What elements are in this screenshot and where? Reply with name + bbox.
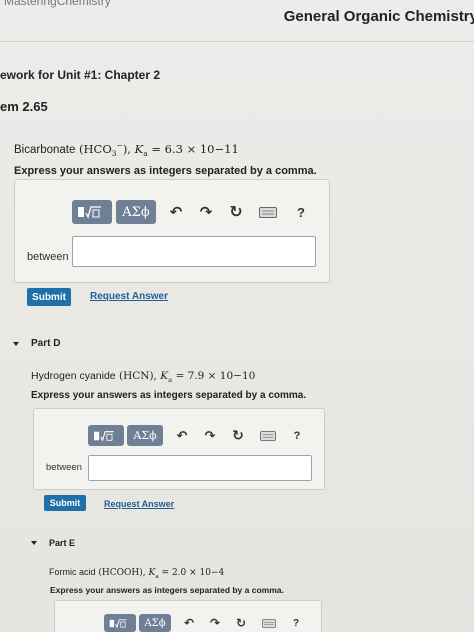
header-divider [0, 41, 474, 42]
greek-symbols-button[interactable]: ΑΣϕ [127, 425, 163, 446]
undo-icon[interactable]: ↶ [183, 615, 195, 631]
part-d-header[interactable]: Part D [13, 338, 60, 349]
ka-value: 6.3 × 10−11 [164, 141, 239, 156]
part-e-header[interactable]: Part E [31, 538, 75, 548]
undo-icon[interactable]: ↶ [175, 427, 189, 445]
keyboard-icon[interactable] [261, 615, 277, 631]
assignment-title: ework for Unit #1: Chapter 2 [0, 68, 161, 82]
question-text: Formic acid (HCOOH), Ka = 2.0 × 10−4 [49, 567, 225, 580]
reset-icon[interactable]: ↻ [235, 615, 247, 631]
ka-value: 2.0 × 10−4 [171, 568, 225, 578]
keyboard-icon[interactable] [259, 427, 277, 445]
problem-title: em 2.65 [0, 99, 48, 114]
submit-button[interactable]: Submit [44, 495, 86, 511]
instruction-text: Express your answers as integers separat… [31, 390, 307, 401]
chevron-down-icon [31, 541, 37, 545]
greek-symbols-button[interactable]: ΑΣϕ [139, 614, 171, 632]
instruction-text: Express your answers as integers separat… [50, 585, 284, 595]
redo-icon[interactable]: ↷ [198, 202, 214, 222]
request-answer-link[interactable]: Request Answer [104, 499, 174, 509]
instruction-text: Express your answers as integers separat… [14, 165, 317, 177]
math-toolbar: ΑΣϕ ↶ ↷ ↻ ? [88, 425, 303, 446]
request-answer-link[interactable]: Request Answer [90, 291, 168, 302]
greek-symbols-button[interactable]: ΑΣϕ [116, 200, 156, 224]
templates-icon [109, 618, 127, 628]
part-label: Part D [31, 338, 61, 349]
field-label: between [27, 251, 69, 263]
math-toolbar: ΑΣϕ ↶ ↷ ↻ ? [72, 200, 308, 224]
keyboard-icon[interactable] [258, 202, 278, 222]
field-label: between [46, 462, 82, 473]
part-label: Part E [49, 538, 76, 548]
course-title: General Organic Chemistry [283, 8, 474, 25]
answer-input[interactable] [72, 236, 316, 267]
compound-name: Bicarbonate [14, 143, 76, 156]
help-button[interactable]: ? [291, 615, 301, 631]
question-text: Bicarbonate (HCO3−), Ka = 6.3 × 10−11 [14, 141, 239, 159]
templates-button[interactable] [104, 614, 136, 632]
math-toolbar: ΑΣϕ ↶ ↷ ↻ ? [104, 614, 301, 632]
compound-name: Formic acid [49, 567, 96, 577]
submit-button[interactable]: Submit [27, 288, 71, 306]
templates-button[interactable] [88, 425, 124, 446]
templates-button[interactable] [72, 200, 112, 224]
answer-input[interactable] [88, 455, 312, 481]
answer-panel [14, 179, 330, 283]
templates-icon [94, 430, 114, 442]
reset-icon[interactable]: ↻ [231, 427, 245, 445]
help-button[interactable]: ? [294, 202, 308, 222]
reset-icon[interactable]: ↻ [228, 202, 244, 222]
templates-icon [78, 206, 101, 219]
undo-icon[interactable]: ↶ [168, 202, 184, 222]
help-button[interactable]: ? [291, 427, 303, 445]
mastering-chemistry-link[interactable]: MasteringChemistry [4, 0, 111, 8]
redo-icon[interactable]: ↷ [203, 427, 217, 445]
compound-name: Hydrogen cyanide [31, 370, 116, 382]
redo-icon[interactable]: ↷ [209, 615, 221, 631]
chevron-down-icon [13, 341, 19, 346]
page: MasteringChemistry General Organic Chemi… [0, 0, 474, 632]
question-text: Hydrogen cyanide (HCN), Ka = 7.9 × 10−10 [31, 370, 256, 385]
ka-value: 7.9 × 10−10 [187, 370, 256, 382]
